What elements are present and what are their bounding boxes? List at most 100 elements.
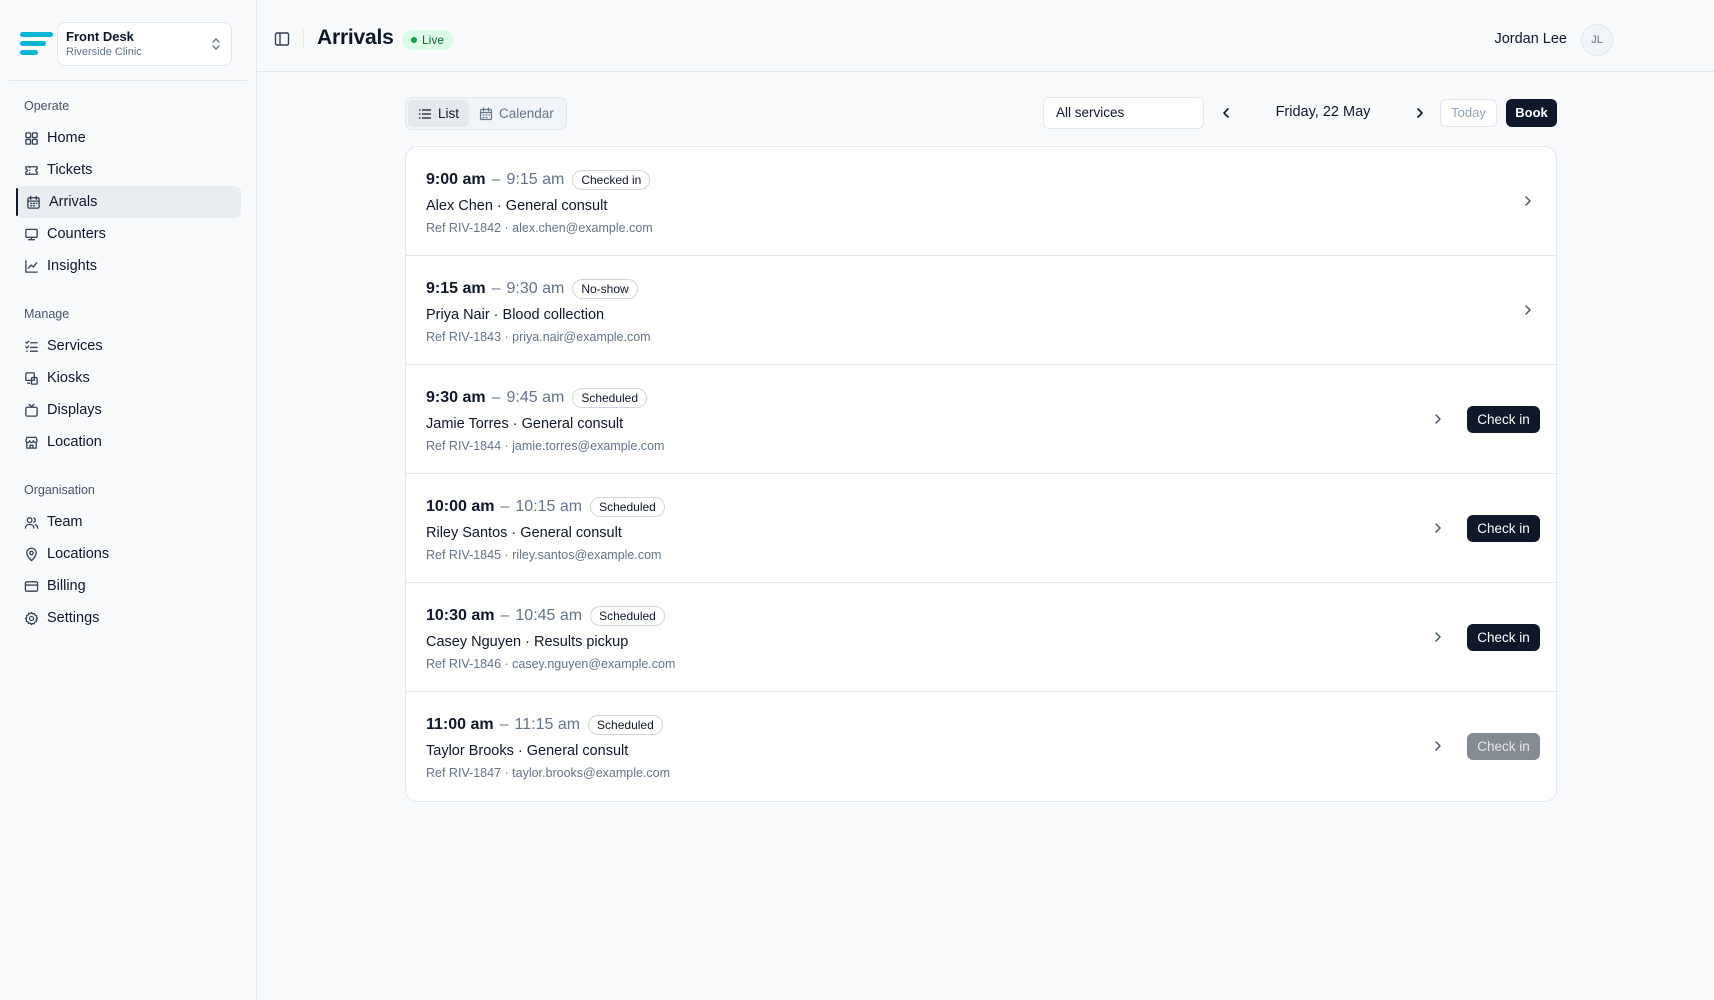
sidebar-item-label: Location <box>47 434 102 450</box>
sidebar-item-counters[interactable]: Counters <box>16 218 241 250</box>
chevron-right-icon[interactable] <box>1430 629 1446 645</box>
kiosk-icon <box>25 371 38 385</box>
sidebar-item-label: Billing <box>47 578 86 594</box>
check-in-button[interactable]: Check in <box>1467 406 1540 433</box>
sidebar-item-services[interactable]: Services <box>16 330 241 362</box>
check-in-button[interactable]: Check in <box>1467 515 1540 542</box>
arrival-time: 9:30 am – 9:45 am Scheduled <box>426 388 648 408</box>
start-time: 10:30 am <box>426 607 495 624</box>
patient-service: Jamie Torres · General consult <box>426 416 624 432</box>
chevron-right-icon[interactable] <box>1430 738 1446 754</box>
sidebar-item-label: Arrivals <box>49 194 98 210</box>
sidebar-item-label: Locations <box>47 546 110 562</box>
chevron-right-icon[interactable] <box>1411 104 1429 122</box>
time-dash: – <box>500 498 510 515</box>
sidebar-item-home[interactable]: Home <box>16 122 241 154</box>
arrival-row[interactable]: 9:00 am – 9:15 am Checked in Alex Chen ·… <box>406 147 1556 256</box>
end-time: 9:15 am <box>506 171 565 188</box>
patient-service: Casey Nguyen · Results pickup <box>426 634 629 650</box>
org-location: Riverside Clinic <box>66 46 142 58</box>
book-button[interactable]: Book <box>1506 99 1557 127</box>
start-time: 11:00 am <box>426 716 494 733</box>
org-switcher[interactable]: Front Desk Riverside Clinic <box>57 22 232 66</box>
reference-email: Ref RIV-1847 · taylor.brooks@example.com <box>426 766 671 780</box>
patient-service: Priya Nair · Blood collection <box>426 307 605 323</box>
sidebar-item-settings[interactable]: Settings <box>16 602 241 634</box>
chevron-right-icon[interactable] <box>1430 520 1446 536</box>
sidebar-item-team[interactable]: Team <box>16 506 241 538</box>
end-time: 9:30 am <box>506 280 565 297</box>
sidebar-item-label: Displays <box>47 402 102 418</box>
tab-list-view[interactable]: List <box>408 100 470 127</box>
start-time: 9:15 am <box>426 280 486 297</box>
status-badge: Scheduled <box>590 606 665 626</box>
end-time: 11:15 am <box>514 716 581 733</box>
nav-section-operate: Operate Home Tickets Arrivals Counters I… <box>16 96 241 282</box>
avatar[interactable]: JL <box>1581 24 1613 56</box>
list-icon <box>418 108 432 119</box>
arrival-row[interactable]: 9:15 am – 9:30 am No-show Priya Nair · B… <box>406 256 1556 365</box>
nav-section-title: Manage <box>24 307 70 321</box>
nav-section-manage: Manage Services Kiosks Displays Location <box>16 304 241 458</box>
arrival-row[interactable]: 10:00 am – 10:15 am Scheduled Riley Sant… <box>406 474 1556 583</box>
arrival-time: 10:30 am – 10:45 am Scheduled <box>426 606 665 626</box>
top-bar: Arrivals Live Jordan Lee JL <box>257 0 1714 72</box>
time-dash: – <box>491 389 501 406</box>
time-dash: – <box>491 171 501 188</box>
current-date: Friday, 22 May <box>1275 104 1371 120</box>
view-toggle: List Calendar <box>405 97 567 130</box>
time-dash: – <box>491 280 501 297</box>
sidebar-toggle-icon[interactable] <box>274 31 290 47</box>
gear-icon <box>24 611 39 625</box>
start-time: 10:00 am <box>426 498 495 515</box>
arrival-row[interactable]: 9:30 am – 9:45 am Scheduled Jamie Torres… <box>406 365 1556 474</box>
reference-email: Ref RIV-1845 · riley.santos@example.com <box>426 548 662 562</box>
start-time: 9:00 am <box>426 171 486 188</box>
chevron-right-icon[interactable] <box>1430 411 1446 427</box>
ticket-icon <box>25 165 38 175</box>
sidebar-item-arrivals[interactable]: Arrivals <box>16 186 241 218</box>
monitor-icon <box>25 228 38 240</box>
reference-email: Ref RIV-1843 · priya.nair@example.com <box>426 330 651 344</box>
sidebar-item-label: Tickets <box>47 162 93 178</box>
title-separator <box>303 29 304 49</box>
arrival-time: 9:00 am – 9:15 am Checked in <box>426 170 651 190</box>
status-badge: No-show <box>572 279 638 299</box>
sidebar-item-label: Kiosks <box>47 370 90 386</box>
arrival-row[interactable]: 10:30 am – 10:45 am Scheduled Casey Nguy… <box>406 583 1556 692</box>
users-icon <box>24 516 39 529</box>
sidebar-item-tickets[interactable]: Tickets <box>16 154 241 186</box>
today-button[interactable]: Today <box>1440 99 1497 127</box>
status-badge: Scheduled <box>590 497 665 517</box>
check-in-button[interactable]: Check in <box>1467 624 1540 651</box>
sidebar-item-kiosks[interactable]: Kiosks <box>16 362 241 394</box>
chevron-left-icon[interactable] <box>1217 104 1235 122</box>
sidebar-item-locations[interactable]: Locations <box>16 538 241 570</box>
chevron-right-icon[interactable] <box>1520 302 1536 318</box>
arrival-time: 9:15 am – 9:30 am No-show <box>426 279 638 299</box>
status-badge: Scheduled <box>588 715 663 735</box>
sidebar-item-location[interactable]: Location <box>16 426 241 458</box>
list-checks-icon <box>25 340 38 352</box>
sidebar-item-displays[interactable]: Displays <box>16 394 241 426</box>
end-time: 10:45 am <box>515 607 583 624</box>
tv-icon <box>25 403 38 417</box>
arrival-row[interactable]: 11:00 am – 11:15 am Scheduled Taylor Bro… <box>406 692 1556 801</box>
live-badge-label: Live <box>422 33 445 47</box>
chevron-right-icon[interactable] <box>1520 193 1536 209</box>
sidebar-divider <box>9 80 247 81</box>
sidebar-item-insights[interactable]: Insights <box>16 250 241 282</box>
sidebar-item-billing[interactable]: Billing <box>16 570 241 602</box>
arrival-time: 10:00 am – 10:15 am Scheduled <box>426 497 665 517</box>
patient-service: Taylor Brooks · General consult <box>426 743 629 759</box>
sidebar-item-label: Counters <box>47 226 106 242</box>
end-time: 10:15 am <box>515 498 583 515</box>
sidebar-item-label: Insights <box>47 258 97 274</box>
tab-calendar-view[interactable]: Calendar <box>469 100 564 127</box>
sidebar-item-label: Settings <box>47 610 100 626</box>
service-filter-select[interactable]: All services <box>1043 97 1204 129</box>
status-badge: Checked in <box>572 170 651 190</box>
patient-service: Riley Santos · General consult <box>426 525 622 541</box>
start-time: 9:30 am <box>426 389 486 406</box>
org-name: Front Desk <box>66 29 134 44</box>
